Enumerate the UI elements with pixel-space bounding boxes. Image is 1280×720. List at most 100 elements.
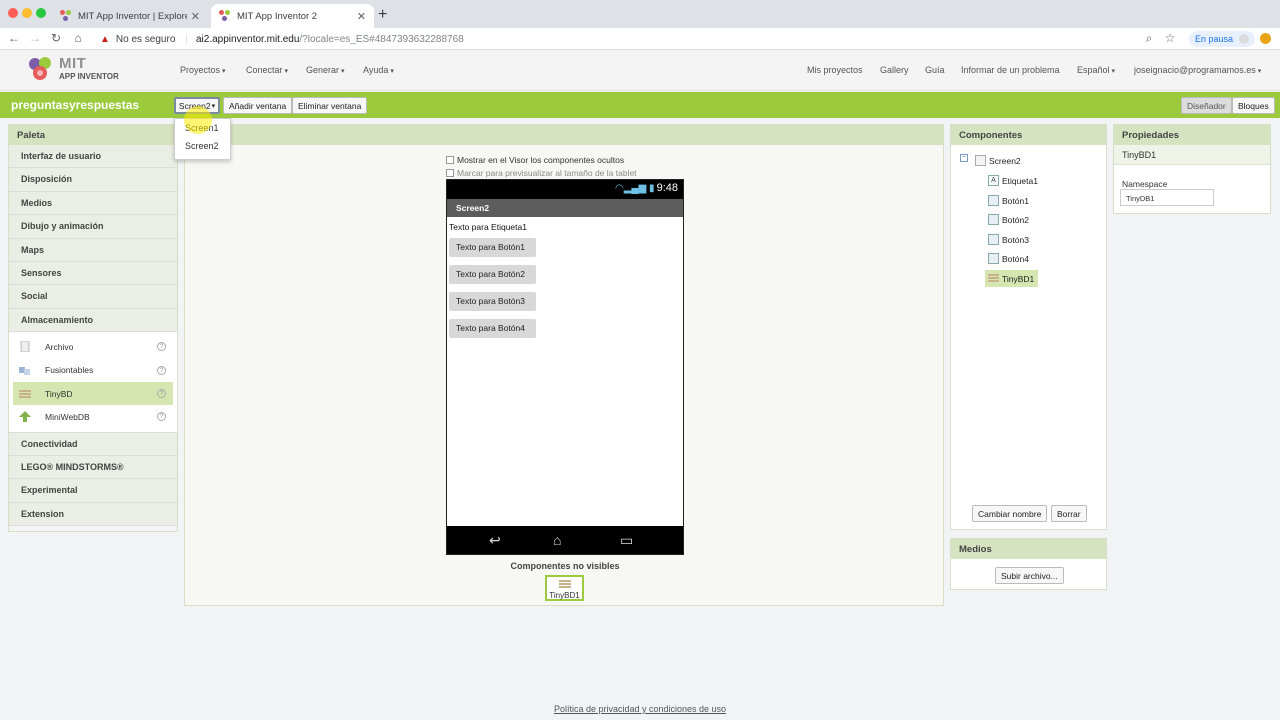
menu-label: Generar [306,65,340,75]
maximize-window-button[interactable] [36,8,46,18]
palette-category[interactable]: Disposición [9,168,177,192]
dropdown-item-screen2[interactable]: Screen2 [175,137,230,155]
extension-icon[interactable] [1260,33,1271,44]
palette-category[interactable]: Conectividad [9,432,177,457]
project-name: preguntasyrespuestas [11,98,140,112]
help-icon[interactable]: ? [157,342,166,352]
profile-paused-badge[interactable]: En pausa [1189,31,1256,47]
menu-ayuda[interactable]: Ayuda ▾ [363,65,394,75]
preview-button-boton1[interactable]: Texto para Botón1 [449,238,536,257]
minimize-window-button[interactable] [22,8,32,18]
new-tab-button[interactable]: + [378,6,387,24]
tree-node-tinybd1[interactable]: TinyBD1 [985,270,1039,287]
palette-category[interactable]: Maps [9,238,177,262]
tree-node-boton2[interactable]: Botón2 [988,211,1033,228]
components-title: Componentes [951,125,1106,145]
app-header: MIT APP INVENTOR Proyectos ▾ Conectar ▾ Ge… [0,51,1280,91]
warning-icon: ▲ [100,33,110,45]
home-nav-icon: ⌂ [553,532,562,548]
url-field[interactable]: ▲ No es seguro | ai2.appinventor.mit.edu… [92,30,1162,48]
tree-node-boton1[interactable]: Botón1 [988,192,1033,209]
delete-button[interactable]: Borrar [1051,505,1087,522]
properties-title: Propiedades [1114,125,1270,145]
language-label: Español [1077,65,1110,75]
help-icon[interactable]: ? [157,365,166,375]
palette-item-tinybd[interactable]: TinyBD ? [13,381,173,406]
url-host: ai2.appinventor.mit.edu [196,33,300,45]
mit-app-inventor-logo[interactable]: MIT APP INVENTOR [26,55,126,87]
address-bar: ← → ↻ ⌂ ▲ No es seguro | ai2.appinventor… [0,28,1280,50]
palette-category[interactable]: Extension [9,502,177,527]
preview-button-boton3[interactable]: Texto para Botón3 [449,292,536,311]
nonvisible-tinybd1[interactable]: TinyBD1 [545,575,584,601]
media-title: Medios [951,539,1106,559]
bookmark-star-icon[interactable]: ☆ [1162,31,1178,45]
close-window-button[interactable] [8,8,18,18]
tree-node-boton4[interactable]: Botón4 [988,250,1033,267]
link-report-problem[interactable]: Informar de un problema [961,65,1060,75]
reload-icon[interactable]: ↻ [48,31,64,45]
caret-down-icon: ▾ [284,68,289,75]
add-screen-button[interactable]: Añadir ventana [223,97,293,114]
palette-category[interactable]: Social [9,285,177,309]
privacy-link[interactable]: Política de privacidad y condiciones de … [0,704,1280,714]
phone-screen-title[interactable]: Screen2 [447,199,683,217]
tab-close-icon[interactable]: ✕ [357,10,366,23]
designer-button[interactable]: Diseñador [1181,97,1232,114]
palette-category[interactable]: Medios [9,191,177,216]
palette-item-miniwebdb[interactable]: MiniWebDB ? [13,405,173,428]
database-icon [547,579,582,591]
user-menu[interactable]: joseignacio@programamos.es ▾ [1134,65,1261,75]
zoom-icon[interactable]: ⌕ [1141,31,1157,46]
tree-node-boton3[interactable]: Botón3 [988,231,1033,248]
language-menu[interactable]: Español ▾ [1077,65,1115,75]
phone-status-bar: ◠▂▄▆ ▮ 9:48 [447,180,683,199]
tree-node-etiqueta1[interactable]: A Etiqueta1 [988,172,1042,189]
help-icon[interactable]: ? [157,388,166,398]
browser-tab-explore[interactable]: MIT App Inventor | Explore MIT ✕ [52,4,208,28]
home-icon[interactable]: ⌂ [70,31,86,45]
browser-tab-appinventor[interactable]: MIT App Inventor 2 ✕ [211,4,374,28]
link-guia[interactable]: Guía [925,65,945,75]
forward-icon[interactable]: → [27,31,43,45]
url-separator: | [185,33,188,45]
remove-screen-button[interactable]: Eliminar ventana [292,97,368,114]
menu-proyectos[interactable]: Proyectos ▾ [180,65,226,75]
palette-category-storage[interactable]: Almacenamiento [9,308,177,333]
show-hidden-checkbox[interactable]: Mostrar en el Visor los componentes ocul… [446,155,624,165]
menu-label: Ayuda [363,65,389,75]
palette-category[interactable]: Sensores [9,261,177,286]
menu-conectar[interactable]: Conectar ▾ [246,65,288,75]
tree-node-label: TinyBD1 [1002,273,1035,284]
palette-category[interactable]: Interfaz de usuario [9,145,177,169]
file-icon [19,341,31,353]
tablet-preview-checkbox[interactable]: Marcar para previsualizar al tamaño de l… [446,168,637,178]
menu-label: Conectar [246,65,283,75]
preview-label-etiqueta1[interactable]: Texto para Etiqueta1 [449,222,527,232]
caret-down-icon: ▾ [1111,68,1116,75]
palette-category[interactable]: LEGO® MINDSTORMS® [9,456,177,480]
help-icon[interactable]: ? [157,412,166,422]
link-mis-proyectos[interactable]: Mis proyectos [807,65,863,75]
palette-category[interactable]: Dibujo y animación [9,215,177,239]
user-email: joseignacio@programamos.es [1134,65,1256,75]
back-icon[interactable]: ← [6,31,22,45]
upload-file-button[interactable]: Subir archivo... [995,567,1064,584]
preview-button-boton4[interactable]: Texto para Botón4 [449,319,536,338]
rename-button[interactable]: Cambiar nombre [972,505,1048,522]
tab-close-icon[interactable]: ✕ [191,10,200,23]
menu-generar[interactable]: Generar ▾ [306,65,345,75]
storage-items: Archivo ? Fusiontables ? TinyBD ? MiniWe… [9,332,177,433]
collapse-icon[interactable]: − [960,154,968,162]
link-gallery[interactable]: Gallery [880,65,909,75]
app-inventor-favicon-icon [219,10,231,22]
blocks-button[interactable]: Bloques [1232,97,1275,114]
preview-button-boton2[interactable]: Texto para Botón2 [449,265,536,284]
palette-item-archivo[interactable]: Archivo ? [13,335,173,358]
url-path: /?locale=es_ES#4847393632288768 [299,33,464,45]
namespace-input[interactable]: TinyDB1 [1120,189,1214,206]
palette-category[interactable]: Experimental [9,479,177,503]
palette-item-fusiontables[interactable]: Fusiontables ? [13,359,173,382]
viewer-header [185,125,943,145]
tree-node-screen2[interactable]: Screen2 [975,152,1025,169]
